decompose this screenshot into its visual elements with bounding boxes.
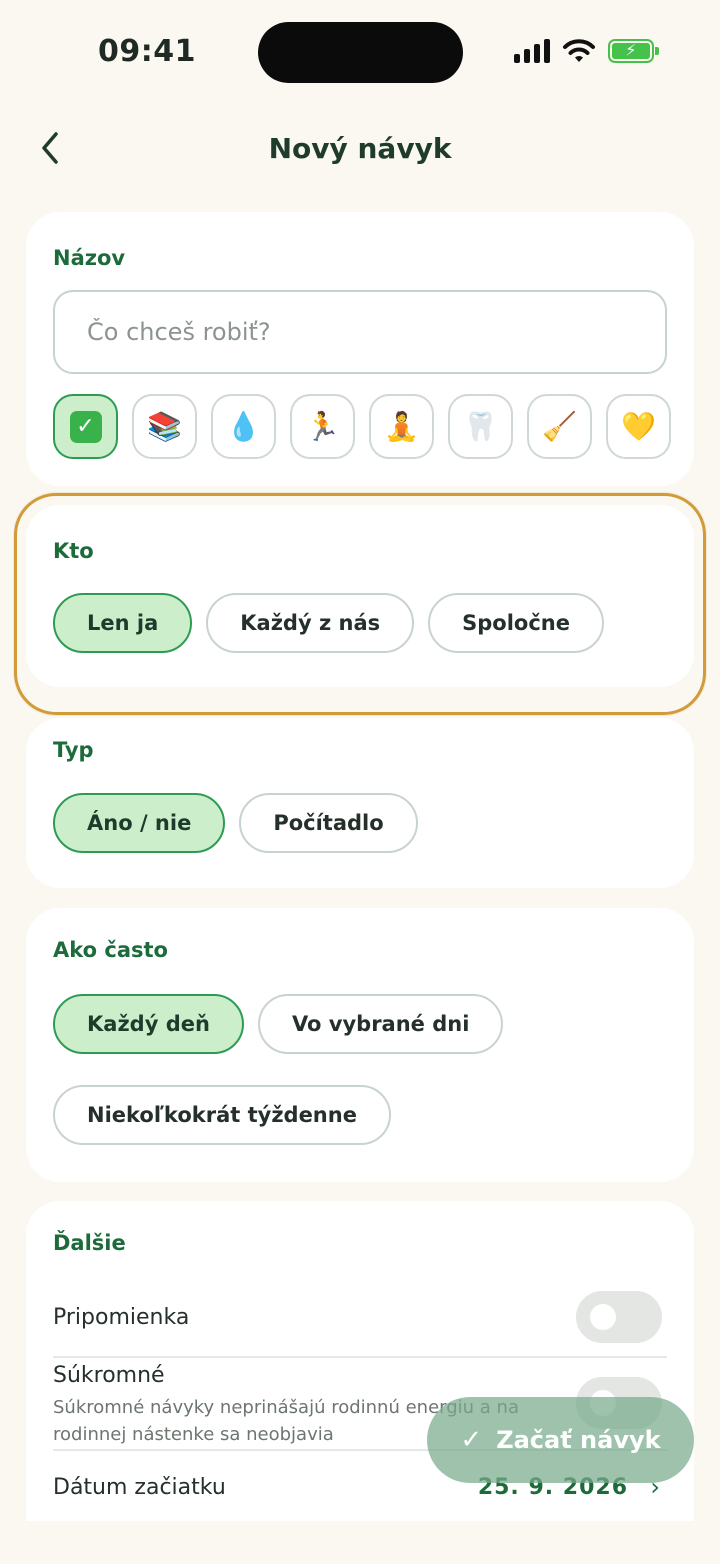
reminder-label: Pripomienka xyxy=(53,1305,190,1330)
status-icons: ⚡ xyxy=(514,38,659,64)
type-option-counter[interactable]: Počítadlo xyxy=(239,793,418,853)
start-habit-label: Začať návyk xyxy=(496,1426,661,1454)
focus-highlight-outline xyxy=(14,493,706,715)
wifi-icon xyxy=(563,39,595,62)
habit-name-input[interactable] xyxy=(53,290,667,374)
tooth-icon: 🦷 xyxy=(463,410,498,443)
runner-icon: 🏃 xyxy=(305,410,340,443)
emoji-option-runner[interactable]: 🏃 xyxy=(290,394,355,459)
status-time: 09:41 xyxy=(98,34,196,69)
battery-charging-icon: ⚡ xyxy=(608,39,659,63)
broom-icon: 🧹 xyxy=(542,410,577,443)
checkmark-icon: ✓ xyxy=(460,1425,483,1455)
frequency-options-row2: Niekoľkokrát týždenne xyxy=(53,1085,391,1145)
reminder-toggle[interactable] xyxy=(576,1291,662,1343)
start-habit-button[interactable]: ✓ Začať návyk xyxy=(427,1397,694,1483)
frequency-options-row1: Každý deň Vo vybrané dni xyxy=(53,994,504,1054)
dynamic-island xyxy=(258,22,463,83)
frequency-option-weekly[interactable]: Niekoľkokrát týždenne xyxy=(53,1085,391,1145)
emoji-option-heart[interactable]: 💛 xyxy=(606,394,671,459)
emoji-option-meditation[interactable]: 🧘 xyxy=(369,394,434,459)
frequency-option-selected-days[interactable]: Vo vybrané dni xyxy=(257,994,504,1054)
frequency-label: Ako často xyxy=(53,938,168,962)
heart-icon: 💛 xyxy=(621,410,656,443)
private-label: Súkromné xyxy=(53,1363,165,1388)
divider xyxy=(53,1356,667,1358)
frequency-card: Ako často Každý deň Vo vybrané dni Nieko… xyxy=(26,908,694,1182)
books-icon: 📚 xyxy=(147,410,182,443)
droplet-icon: 💧 xyxy=(226,410,261,443)
name-card: Názov ✓ 📚 💧 🏃 🧘 🦷 🧹 💛 xyxy=(26,212,694,486)
meditation-icon: 🧘 xyxy=(384,410,419,443)
checkmark-box-icon: ✓ xyxy=(69,410,102,443)
type-option-yes-no[interactable]: Áno / nie xyxy=(53,793,226,853)
status-bar: 09:41 ⚡ xyxy=(0,0,720,100)
frequency-option-daily[interactable]: Každý deň xyxy=(53,994,244,1054)
emoji-option-books[interactable]: 📚 xyxy=(132,394,197,459)
cellular-signal-icon xyxy=(514,39,550,63)
name-label: Názov xyxy=(53,246,126,270)
emoji-picker: ✓ 📚 💧 🏃 🧘 🦷 🧹 💛 xyxy=(53,394,671,459)
reminder-row: Pripomienka xyxy=(53,1305,667,1330)
type-card: Typ Áno / nie Počítadlo xyxy=(26,718,694,888)
emoji-option-check[interactable]: ✓ xyxy=(53,394,118,459)
emoji-option-broom[interactable]: 🧹 xyxy=(527,394,592,459)
type-label: Typ xyxy=(53,738,94,762)
more-label: Ďalšie xyxy=(53,1231,126,1255)
page-title: Nový návyk xyxy=(268,132,452,165)
type-options: Áno / nie Počítadlo xyxy=(53,793,418,853)
emoji-option-droplet[interactable]: 💧 xyxy=(211,394,276,459)
emoji-option-tooth[interactable]: 🦷 xyxy=(448,394,513,459)
